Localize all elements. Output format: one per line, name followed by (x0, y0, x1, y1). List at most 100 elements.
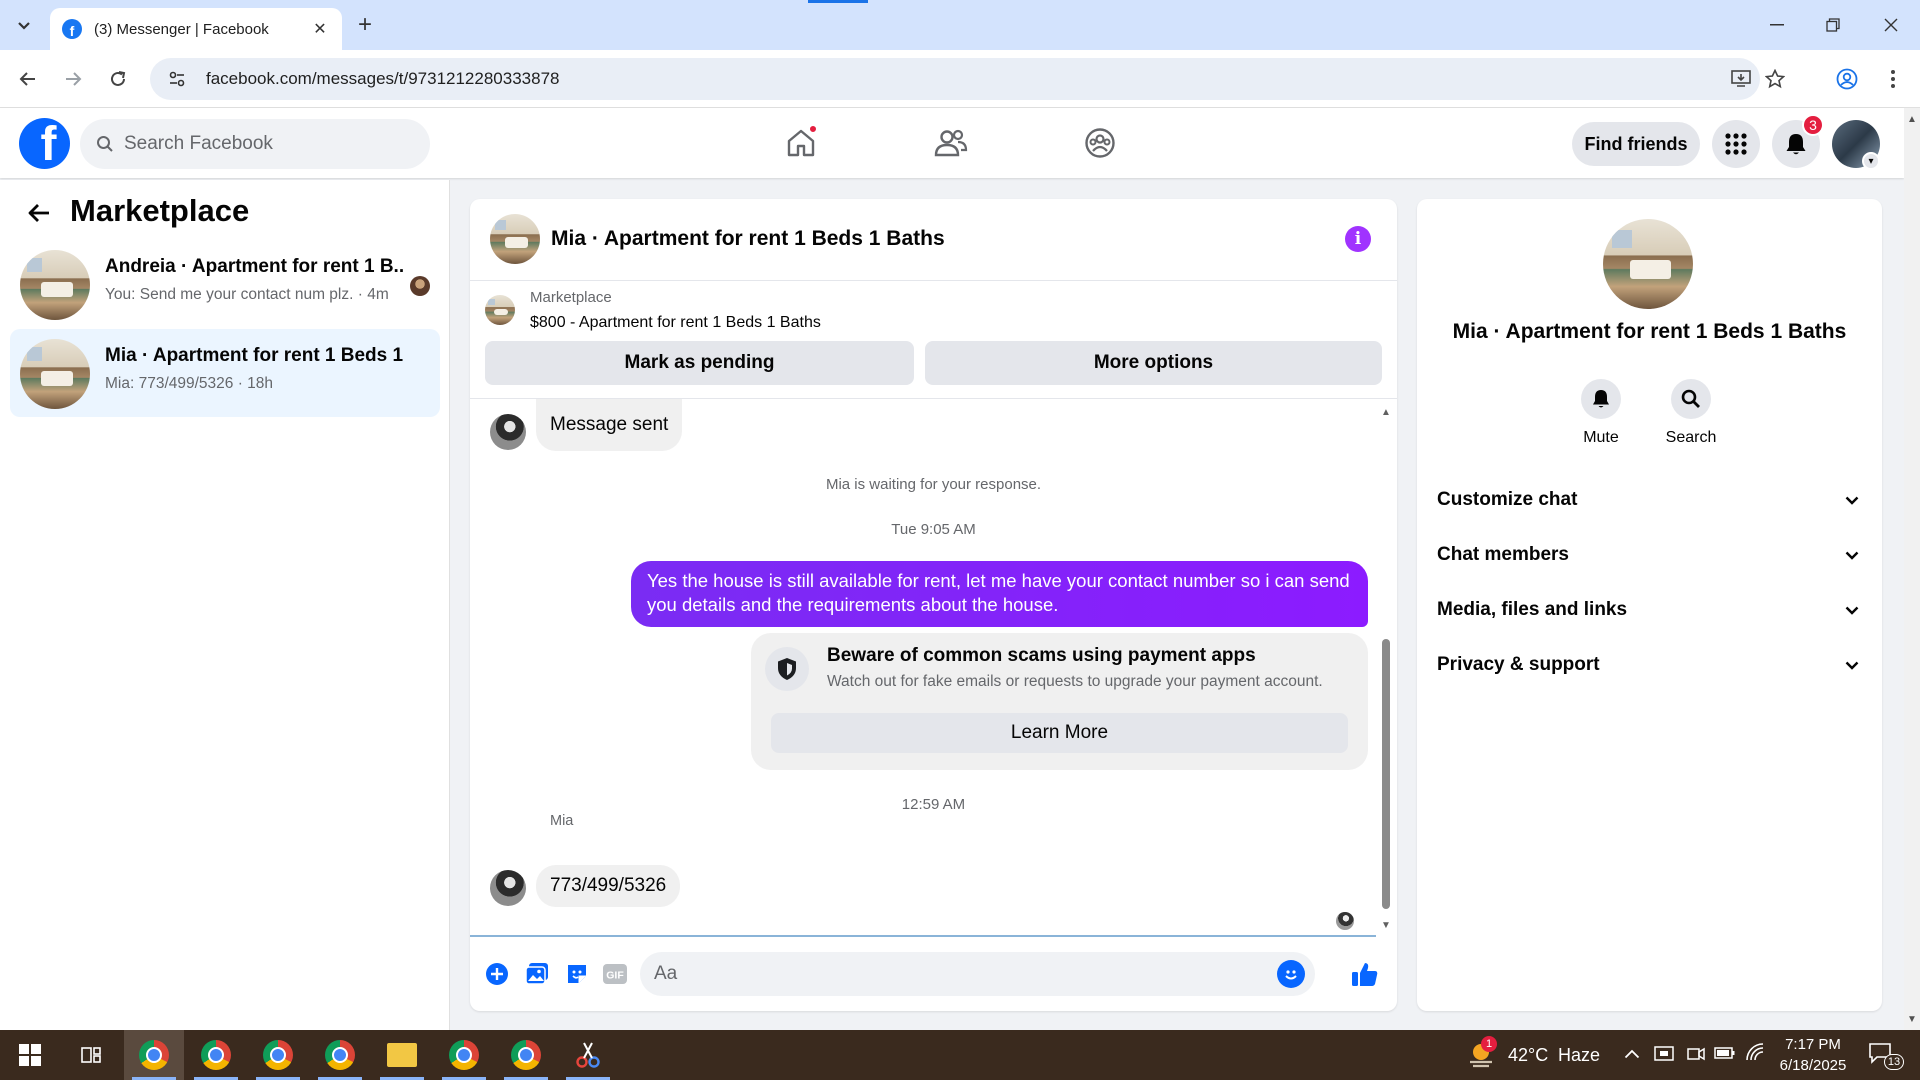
back-arrow-icon[interactable] (26, 200, 52, 226)
scam-warning-title: Beware of common scams using payment app… (827, 645, 1256, 666)
message-input[interactable]: Aa (640, 952, 1315, 996)
section-label: Media, files and links (1437, 599, 1628, 620)
chrome-taskbar-icon[interactable] (186, 1030, 246, 1080)
home-nav-icon[interactable] (776, 118, 826, 168)
gif-icon[interactable]: GIF (600, 959, 630, 989)
chat-item-andreia[interactable]: Andreia · Apartment for rent 1 B... You:… (10, 240, 440, 328)
search-icon[interactable] (1671, 379, 1711, 419)
menu-grid-icon[interactable] (1712, 120, 1760, 168)
forward-icon[interactable] (58, 64, 88, 94)
install-app-icon[interactable] (1730, 68, 1752, 90)
battery-icon[interactable] (1714, 1046, 1736, 1065)
info-icon[interactable]: i (1345, 226, 1371, 252)
facebook-header: f Search Facebook Find friends 3 ▾ (0, 108, 1904, 178)
home-notification-dot (808, 124, 818, 134)
weather-icon[interactable]: 1 (1467, 1036, 1497, 1068)
conversation-header: Mia · Apartment for rent 1 Beds 1 Baths … (470, 199, 1397, 281)
scroll-down-icon[interactable]: ▼ (1378, 919, 1394, 931)
chrome-taskbar-icon[interactable] (310, 1030, 370, 1080)
search-action[interactable]: Search (1651, 379, 1731, 447)
more-options-button[interactable]: More options (925, 341, 1382, 385)
chat-preview: You: Send me your contact num plz. · 4m (105, 286, 389, 303)
close-window-icon[interactable] (1868, 10, 1914, 40)
message-bubble-incoming[interactable]: Message sent (536, 399, 683, 451)
wifi-icon[interactable] (1745, 1042, 1765, 1067)
restore-icon[interactable] (1810, 10, 1856, 40)
facebook-logo-icon[interactable]: f (19, 118, 70, 169)
learn-more-button[interactable]: Learn More (771, 713, 1348, 753)
customize-chat-section[interactable]: Customize chat (1437, 480, 1862, 520)
plus-circle-icon[interactable] (482, 959, 512, 989)
page-scrollbar[interactable]: ▲ ▼ (1904, 108, 1920, 1030)
action-center-badge: 13 (1884, 1054, 1904, 1070)
taskbar-clock[interactable]: 7:17 PM 6/18/2025 (1768, 1034, 1858, 1076)
tab-title: (3) Messenger | Facebook (94, 20, 269, 38)
weather-text[interactable]: Haze (1558, 1045, 1600, 1066)
privacy-support-section[interactable]: Privacy & support (1437, 645, 1862, 685)
back-icon[interactable] (13, 64, 43, 94)
tab-close-icon[interactable]: ✕ (310, 19, 330, 39)
chrome-taskbar-icon[interactable] (496, 1030, 556, 1080)
message-bubble-incoming[interactable]: 773/499/5326 (536, 865, 681, 907)
browser-toolbar: facebook.com/messages/t/9731212280333878 (0, 50, 1920, 108)
sticker-icon[interactable] (562, 959, 592, 989)
page-scroll-down-icon[interactable]: ▼ (1907, 1014, 1917, 1025)
bookmark-star-icon[interactable] (1764, 68, 1786, 90)
friends-nav-icon[interactable] (926, 118, 976, 168)
new-tab-icon[interactable]: + (352, 11, 378, 38)
svg-text:GIF: GIF (606, 970, 624, 982)
message-bubble-outgoing[interactable]: Yes the house is still available for ren… (631, 561, 1368, 627)
scroll-up-icon[interactable]: ▲ (1378, 406, 1394, 418)
listing-thumbnail (485, 295, 515, 325)
listing-price[interactable]: $800 - Apartment for rent 1 Beds 1 Baths (530, 314, 821, 332)
facebook-search-box[interactable]: Search Facebook (80, 119, 430, 169)
chevron-down-icon (1842, 545, 1862, 565)
weather-badge: 1 (1481, 1036, 1497, 1052)
profile-icon[interactable] (1832, 64, 1862, 94)
minimize-icon[interactable] (1754, 10, 1800, 40)
find-friends-button[interactable]: Find friends (1572, 122, 1700, 166)
chrome-taskbar-icon[interactable] (124, 1030, 184, 1080)
tab-strip-indicator (808, 0, 868, 3)
conversation-avatar[interactable] (490, 214, 540, 264)
mia-avatar[interactable] (490, 870, 526, 906)
windows-start-icon[interactable] (0, 1030, 60, 1080)
mia-avatar[interactable] (490, 414, 526, 450)
reload-icon[interactable] (103, 64, 133, 94)
device-icon[interactable] (1654, 1044, 1674, 1069)
emoji-icon[interactable] (1277, 960, 1305, 988)
marketplace-title: Marketplace (70, 193, 250, 228)
like-thumbs-up-icon[interactable] (1350, 959, 1380, 989)
temperature-text[interactable]: 42°C (1508, 1045, 1548, 1066)
groups-nav-icon[interactable] (1075, 118, 1125, 168)
chrome-taskbar-icon[interactable] (248, 1030, 308, 1080)
page-scroll-up-icon[interactable]: ▲ (1907, 114, 1917, 125)
notifications-bell-icon[interactable]: 3 (1772, 114, 1824, 168)
meet-now-icon[interactable] (1686, 1044, 1706, 1069)
browser-tab-bar: f (3) Messenger | Facebook ✕ + (0, 0, 1920, 50)
site-info-icon[interactable] (162, 70, 192, 88)
media-files-links-section[interactable]: Media, files and links (1437, 590, 1862, 630)
tab-search-icon[interactable] (10, 12, 38, 38)
section-label: Customize chat (1437, 489, 1578, 510)
chat-item-mia[interactable]: Mia · Apartment for rent 1 Beds 1 ... Mi… (10, 329, 440, 417)
bell-icon[interactable] (1581, 379, 1621, 419)
address-bar[interactable]: facebook.com/messages/t/9731212280333878 (150, 58, 1785, 100)
chrome-taskbar-icon[interactable] (434, 1030, 494, 1080)
show-hidden-icons-chevron-icon[interactable] (1624, 1046, 1640, 1064)
browser-tab[interactable]: f (3) Messenger | Facebook ✕ (50, 8, 342, 50)
photo-icon[interactable] (522, 959, 552, 989)
browser-menu-icon[interactable] (1878, 64, 1908, 94)
conversation-title[interactable]: Mia · Apartment for rent 1 Beds 1 Baths (551, 227, 945, 251)
mute-action[interactable]: Mute (1561, 379, 1641, 447)
chat-members-section[interactable]: Chat members (1437, 535, 1862, 575)
snipping-tool-icon[interactable] (558, 1030, 618, 1080)
action-center-icon[interactable]: 13 (1868, 1042, 1908, 1070)
account-chevron-icon[interactable]: ▾ (1862, 152, 1880, 170)
messages-scrollbar[interactable] (1382, 639, 1390, 909)
task-view-icon[interactable] (62, 1030, 122, 1080)
listing-thumbnail (20, 250, 90, 320)
mark-as-pending-button[interactable]: Mark as pending (485, 341, 914, 385)
file-explorer-icon[interactable] (372, 1030, 432, 1080)
windows-taskbar: 1 42°C Haze 7:17 PM 6/18/2025 13 (0, 1030, 1920, 1080)
